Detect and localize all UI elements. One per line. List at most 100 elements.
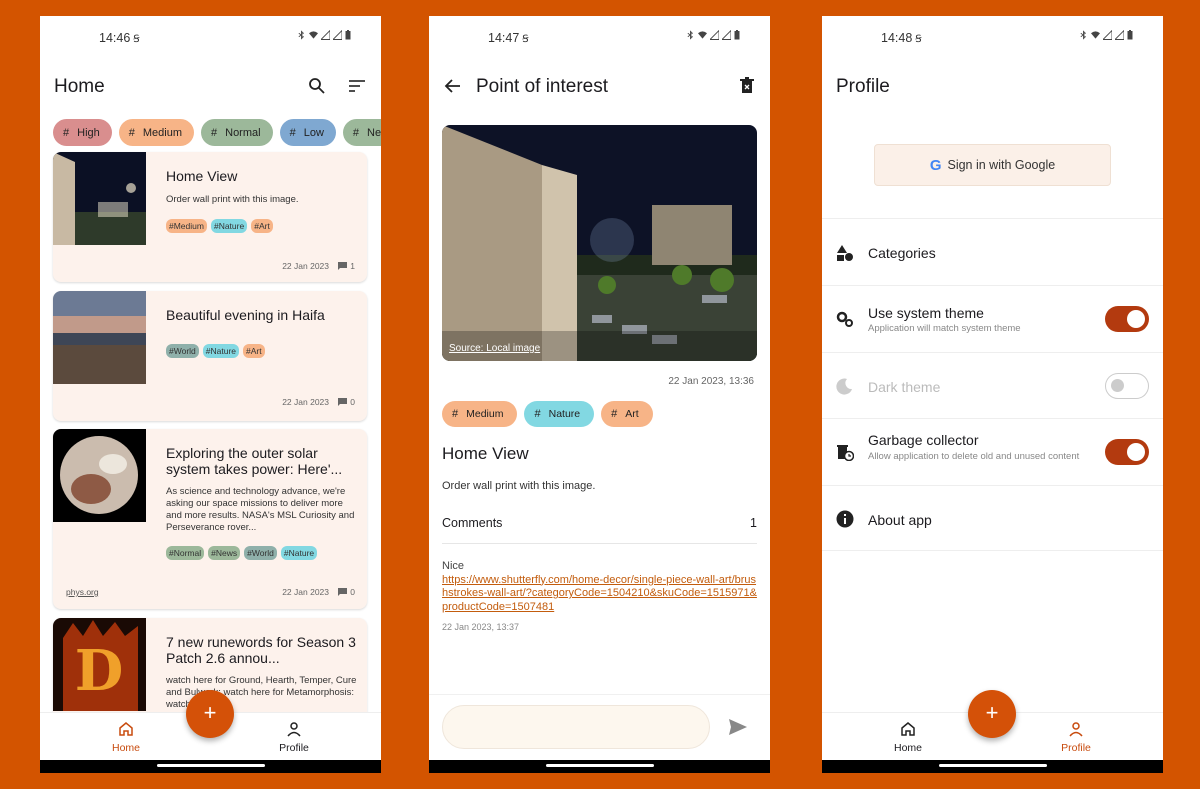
card-image [53, 152, 146, 245]
status-bar: 14:47 Ꞩ [429, 16, 770, 60]
status-bar: 14:48 Ꞩ [822, 16, 1163, 60]
tag[interactable]: #World [244, 546, 277, 560]
back-arrow-icon[interactable] [444, 78, 462, 94]
card-title: 7 new runewords for Season 3 Patch 2.6 a… [166, 634, 356, 666]
list-item[interactable]: Exploring the outer solar system takes p… [53, 429, 367, 609]
nav-profile[interactable]: Profile [1036, 721, 1116, 754]
signal-icon [1115, 30, 1124, 40]
dark-theme-row[interactable]: Dark theme [822, 352, 1163, 418]
gc-toggle[interactable] [1105, 439, 1149, 465]
google-signin-button[interactable]: G Sign in with Google [874, 144, 1111, 186]
system-theme-description: Application will match system theme [868, 323, 1021, 334]
categories-row[interactable]: Categories [822, 218, 1163, 285]
chip-news[interactable]: #News [342, 119, 381, 146]
home-icon [119, 722, 133, 736]
item-tags: # Medium # Nature # Art [442, 401, 653, 427]
hash-icon: # [611, 408, 618, 420]
card-image [53, 291, 146, 384]
card-description: Order wall print with this image. [166, 194, 299, 205]
nav-home[interactable]: Home [86, 721, 166, 754]
chip-medium[interactable]: # Medium [442, 401, 518, 427]
card-tags: #Normal #News #World #Nature [166, 546, 318, 560]
signal-icon [321, 30, 330, 40]
hash-icon: # [128, 126, 135, 139]
gesture-handle[interactable] [938, 764, 1047, 767]
add-button[interactable]: + [968, 690, 1016, 738]
person-icon [1069, 722, 1083, 737]
photo-source-link[interactable]: Source: Local image [449, 343, 540, 354]
page-title: Home [54, 76, 105, 97]
item-description: Order wall print with this image. [442, 480, 596, 492]
categories-label: Categories [868, 245, 936, 261]
svg-text:D: D [75, 638, 124, 704]
card-date: 22 Jan 2023 [282, 261, 329, 271]
hash-icon: # [534, 408, 541, 420]
chip-high[interactable]: # High [53, 119, 112, 146]
tag[interactable]: #Nature [202, 344, 240, 358]
delete-icon[interactable] [740, 77, 754, 94]
sort-icon[interactable] [348, 78, 366, 94]
comment: Nice https://www.shutterfly.com/home-dec… [442, 560, 760, 614]
detail-screen: 14:47 Ꞩ Point of interest Source: Local i… [429, 16, 770, 773]
chip-normal[interactable]: # Normal [201, 119, 273, 146]
battery-icon [734, 30, 740, 40]
status-icons [686, 30, 740, 40]
comment-icon [338, 588, 348, 596]
tag[interactable]: #News [208, 546, 241, 560]
card-description: As science and technology advance, we're… [166, 486, 355, 533]
card-title: Beautiful evening in Haifa [166, 307, 325, 323]
toggle-knob [1127, 443, 1145, 461]
chip-low[interactable]: # Low [279, 119, 336, 146]
card-date: 22 Jan 2023 [282, 587, 329, 597]
tag[interactable]: #Art [243, 344, 265, 358]
status-icons [297, 30, 351, 40]
card-tags: #Medium #Nature #Art [166, 219, 273, 233]
tag[interactable]: #Art [251, 219, 273, 233]
google-icon: G [929, 156, 942, 174]
add-button[interactable]: + [186, 690, 234, 738]
dark-theme-toggle[interactable] [1105, 373, 1149, 399]
chip-medium[interactable]: # Medium [118, 119, 194, 146]
chip-art[interactable]: # Art [601, 401, 653, 427]
list-item[interactable]: Beautiful evening in Haifa #World #Natur… [53, 291, 367, 421]
system-theme-label: Use system theme [868, 305, 984, 321]
home-screen: 14:46 Ꞩ Home # High # Medium # Normal # Low #… [40, 16, 381, 773]
about-row[interactable]: About app [822, 485, 1163, 551]
info-icon [836, 510, 854, 528]
status-time: 14:46 [99, 31, 131, 45]
tag[interactable]: #Nature [280, 546, 318, 560]
battery-icon [345, 30, 351, 40]
gesture-handle[interactable] [156, 764, 265, 767]
bluetooth-icon [1080, 30, 1086, 40]
poi-photo[interactable]: Source: Local image [442, 125, 757, 361]
list-item[interactable]: Home View Order wall print with this ima… [53, 152, 367, 282]
wifi-icon [1091, 31, 1100, 39]
card-source-link[interactable]: phys.org [66, 587, 99, 597]
card-comments: 1 [338, 261, 355, 271]
gesture-bar [822, 760, 1163, 773]
search-icon[interactable] [308, 77, 326, 95]
hash-icon: # [452, 408, 459, 420]
tag[interactable]: #Nature [210, 219, 248, 233]
send-icon[interactable] [728, 718, 748, 736]
nav-profile[interactable]: Profile [254, 721, 334, 754]
tag[interactable]: #Medium [166, 219, 207, 233]
gesture-handle[interactable] [545, 764, 654, 767]
garbage-collector-row[interactable]: Garbage collector Allow application to d… [822, 418, 1163, 485]
chip-nature[interactable]: # Nature [524, 401, 595, 427]
item-title: Home View [442, 444, 529, 463]
comment-input[interactable] [442, 705, 710, 749]
card-image [53, 429, 146, 522]
comment-link[interactable]: https://www.shutterfly.com/home-decor/si… [442, 574, 757, 613]
nav-home[interactable]: Home [868, 721, 948, 754]
gc-label: Garbage collector [868, 432, 979, 448]
tag[interactable]: #World [166, 344, 199, 358]
signin-label: Sign in with Google [947, 158, 1056, 172]
page-title: Profile [836, 76, 890, 97]
system-theme-row[interactable]: Use system theme Application will match … [822, 285, 1163, 352]
tag[interactable]: #Normal [166, 546, 205, 560]
system-theme-toggle[interactable] [1105, 306, 1149, 332]
card-comments: 0 [338, 587, 355, 597]
about-label: About app [868, 512, 932, 528]
delete-clock-icon [837, 445, 854, 461]
